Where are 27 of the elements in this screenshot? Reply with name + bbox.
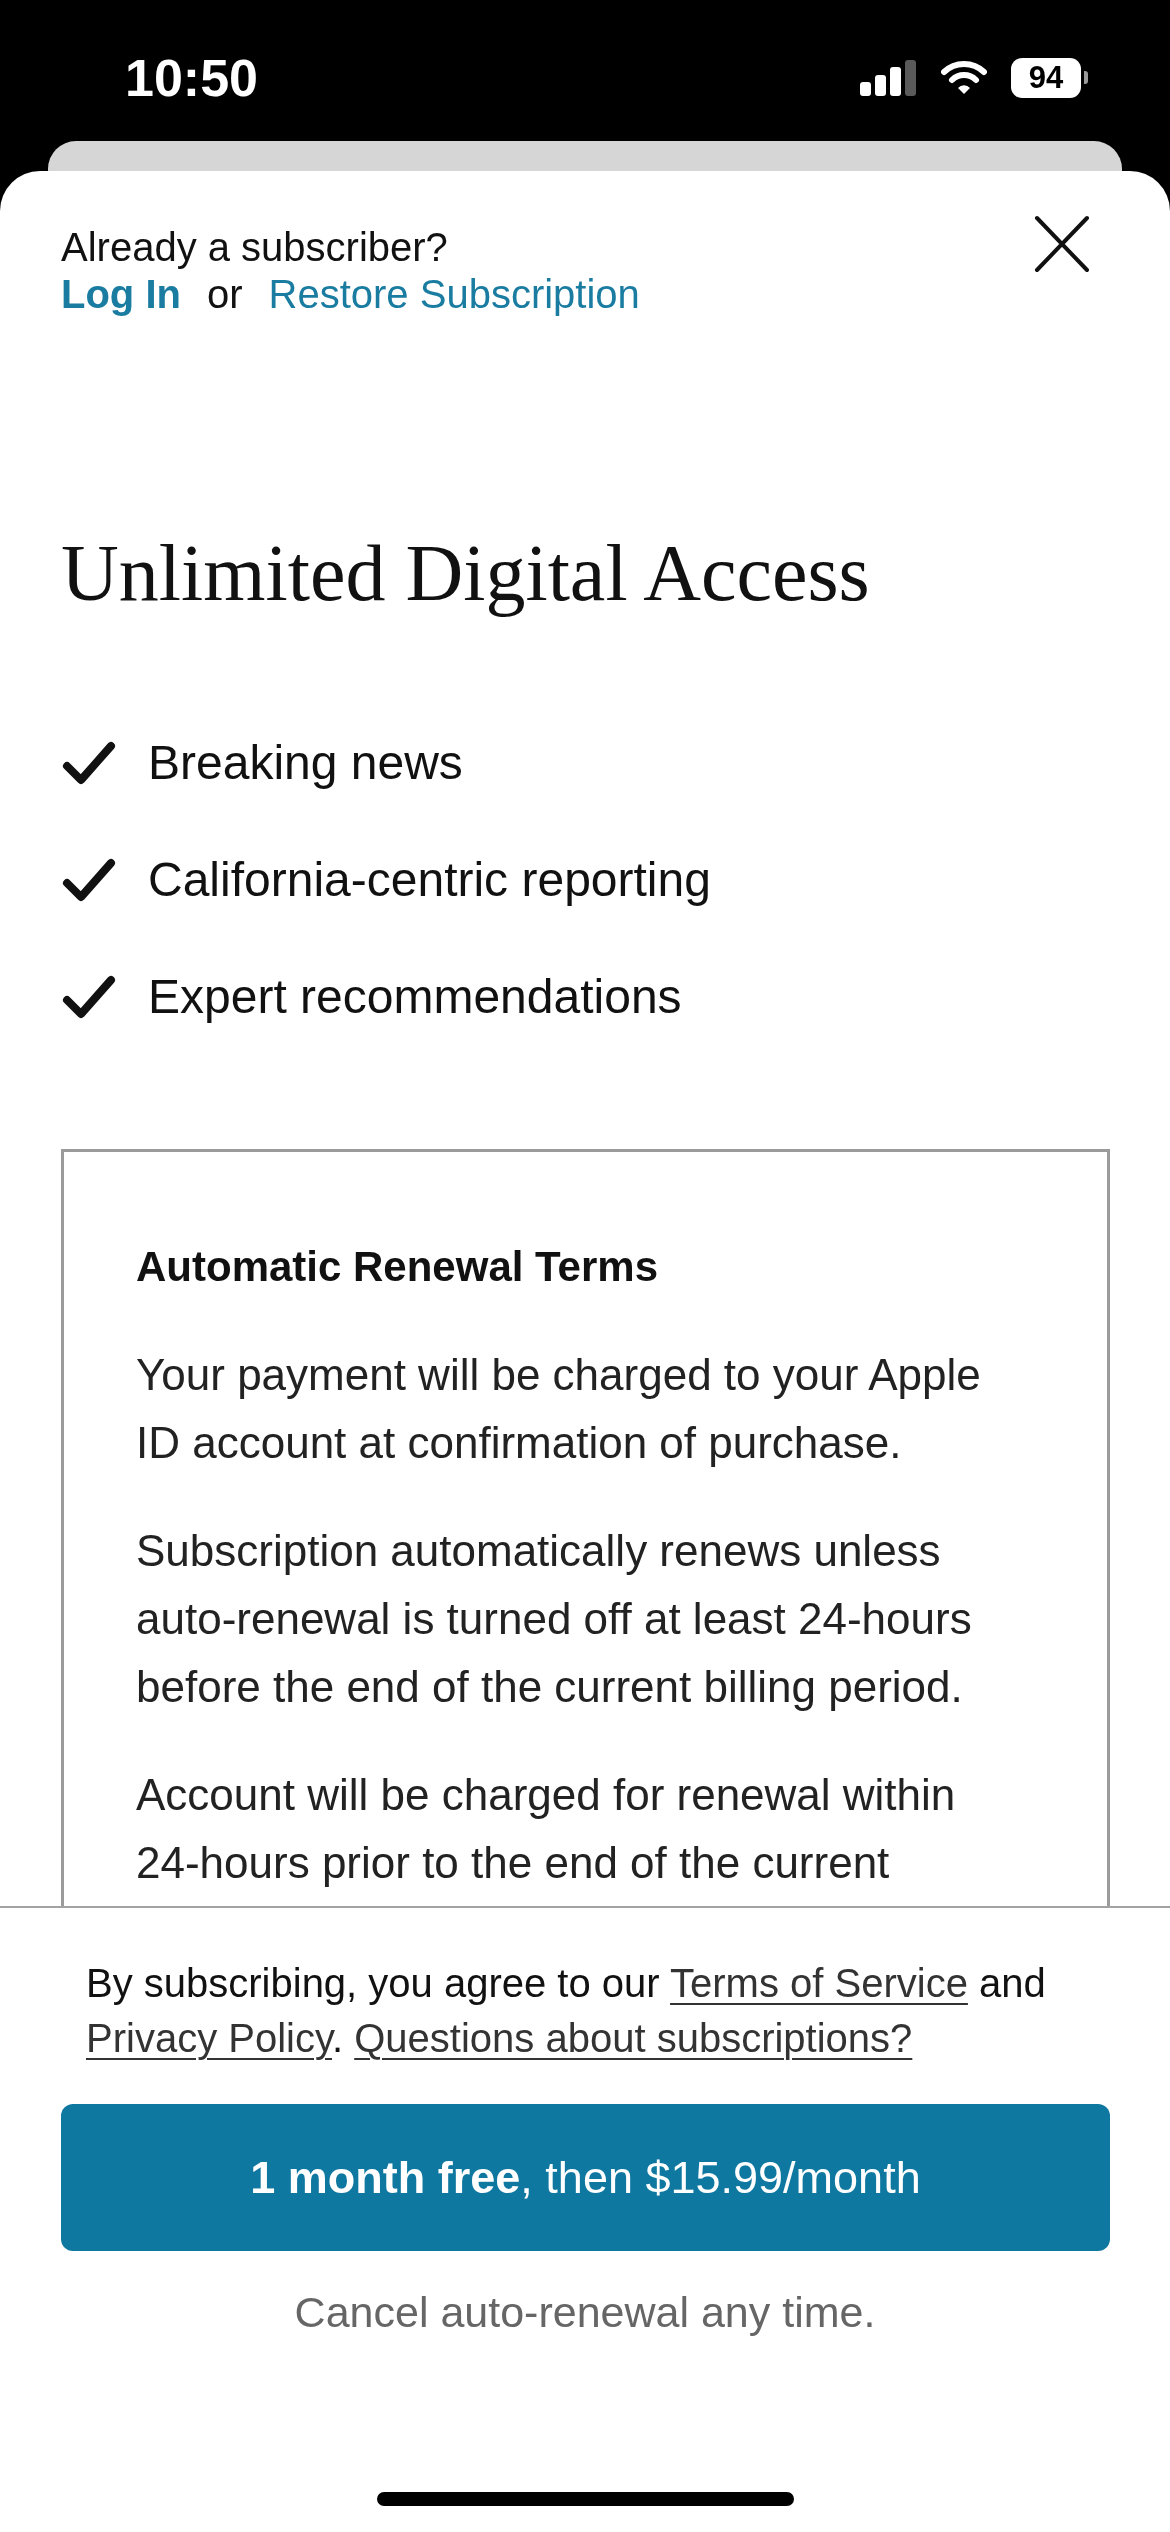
check-icon [62, 740, 116, 785]
subscriber-prompt: Already a subscriber? [61, 224, 449, 271]
terms-paragraph: Your payment will be charged to your Apple ID account at confirmation of purchase. [136, 1349, 982, 1469]
check-icon [62, 857, 116, 902]
feature-text: Expert recommendations [148, 968, 682, 1025]
battery-indicator: 94 [1011, 57, 1088, 98]
feature-text: California-centric reporting [148, 851, 711, 908]
cancel-note: Cancel auto-renewal any time. [293, 2287, 877, 2338]
inline-link[interactable]: Terms of Service [670, 1961, 968, 2005]
status-time: 10:50 [125, 47, 258, 108]
inline-link[interactable]: Questions about subscriptions? [354, 2016, 913, 2060]
check-icon [62, 974, 116, 1019]
plan-title: Unlimited Digital Access [61, 528, 871, 619]
feature-text: Breaking news [148, 734, 463, 791]
close-button[interactable] [1034, 215, 1090, 273]
subscribe-button[interactable]: 1 month free, then $15.99/month [61, 2104, 1110, 2251]
terms-paragraph: Subscription automatically renews unless auto-renewal is turned off at least 24-hours before the end of the current billing period. [136, 1525, 973, 1713]
agreement-text: By subscribing, you agree to our Terms of Service and Privacy Policy. Questions about subscriptions? [86, 1960, 1047, 2062]
inline-link[interactable]: Privacy Policy [86, 2016, 332, 2060]
separator-text: or [206, 271, 243, 318]
restore-subscription-link[interactable]: Restore Subscription [268, 271, 640, 318]
terms-heading: Automatic Renewal Terms [136, 1242, 660, 1292]
login-link[interactable]: Log In [61, 271, 181, 318]
terms-paragraph: Account will be charged for renewal within 24-hours prior to the end of the current [136, 1769, 957, 1889]
signal-icon [860, 59, 917, 96]
wifi-icon [941, 60, 987, 95]
close-icon [1034, 215, 1090, 273]
